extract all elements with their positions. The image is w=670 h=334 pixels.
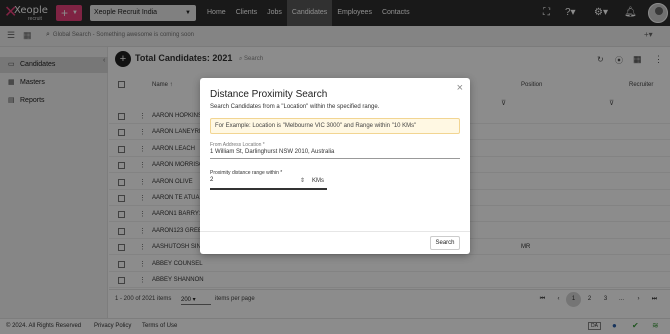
range-value: 2 — [210, 177, 214, 183]
example-hint: For Example: Location is "Melbourne VIC … — [210, 118, 460, 134]
range-underline — [210, 188, 327, 190]
from-location-underline — [210, 158, 460, 159]
from-location-input[interactable]: 1 William St, Darlinghurst NSW 2010, Aus… — [210, 149, 334, 155]
dialog-description: Search Candidates from a "Location" with… — [210, 104, 380, 110]
dialog-title: Distance Proximity Search — [210, 89, 328, 100]
search-button[interactable]: Search — [430, 236, 460, 250]
distance-proximity-dialog: Distance Proximity Search × Search Candi… — [200, 78, 470, 254]
close-icon[interactable]: × — [457, 82, 463, 94]
stepper-arrows-icon[interactable]: ⇕ — [300, 177, 305, 184]
from-location-label: From Address Location * — [210, 142, 265, 148]
range-label: Proximity distance range within * — [210, 170, 283, 176]
dialog-divider — [200, 231, 470, 232]
range-unit: KMs — [312, 178, 324, 184]
